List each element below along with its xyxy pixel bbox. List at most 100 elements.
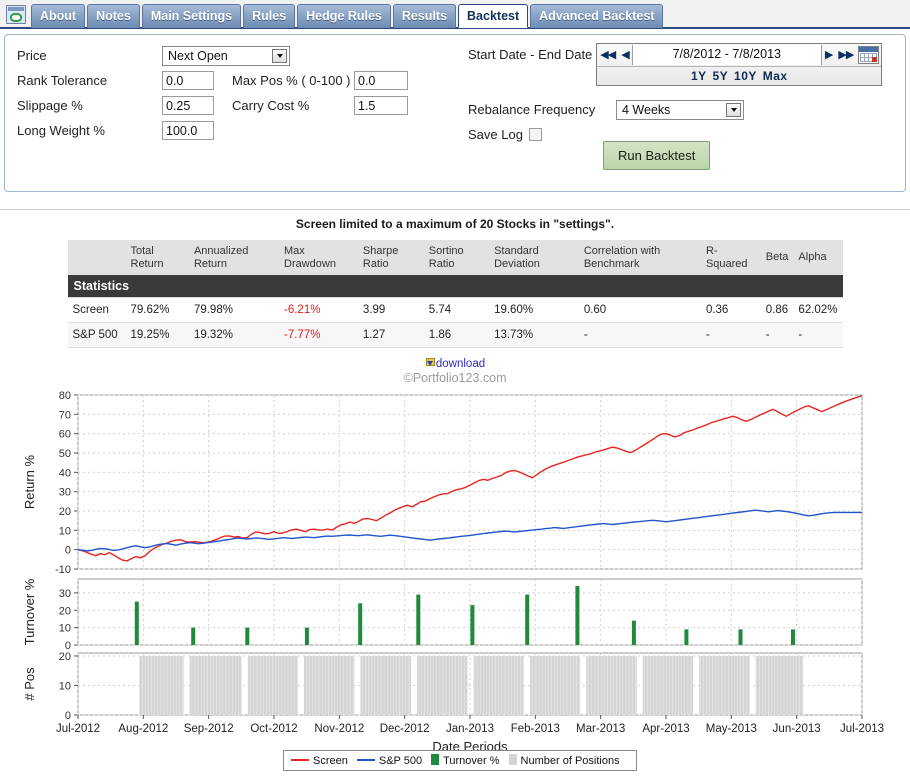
y-axis-title-positions: # Pos: [22, 667, 37, 701]
date-range-control: ◀◀ ◀ 7/8/2012 - 7/8/2013 ▶ ▶▶ 1Y 5Y 10Y …: [596, 43, 883, 86]
statistics-cell: 0.36: [700, 297, 761, 324]
tab-main-settings[interactable]: Main Settings: [141, 4, 242, 28]
rank-tolerance-input[interactable]: [162, 71, 214, 90]
turnover-bar: [791, 629, 795, 646]
app-logo-icon: [6, 5, 26, 24]
turnover-bar: [134, 601, 139, 646]
quick-range-10y[interactable]: 10Y: [733, 69, 758, 83]
legend-swatch: [431, 754, 440, 766]
x-tick-label: Apr-2013: [642, 723, 689, 735]
x-tick-label: Dec-2012: [380, 723, 430, 735]
backtest-settings-panel: Price Next Open Rank Tolerance Max Pos %…: [4, 34, 906, 192]
statistics-column-header: Sharpe Ratio: [357, 240, 424, 276]
tab-advanced-backtest[interactable]: Advanced Backtest: [530, 4, 664, 28]
x-tick-label: Jun-2013: [773, 723, 821, 735]
positions-bar-segment: [755, 656, 804, 716]
save-log-label: Save Log: [468, 127, 523, 142]
quick-range-bar: 1Y 5Y 10Y Max: [597, 66, 882, 85]
run-backtest-button[interactable]: Run Backtest: [603, 141, 711, 170]
statistics-cell: 5.74: [423, 297, 490, 324]
rebalance-select[interactable]: 4 Weeks: [616, 99, 744, 120]
screen-limit-notice: Screen limited to a maximum of 20 Stocks…: [295, 217, 615, 231]
price-select-value: Next Open: [168, 48, 228, 63]
legend-item: S&P 500: [356, 755, 423, 768]
turnover-bar: [358, 603, 363, 646]
turnover-bar: [631, 620, 636, 646]
calendar-icon[interactable]: [858, 46, 880, 64]
price-select[interactable]: Next Open: [162, 45, 290, 66]
positions-bar-segment: [529, 656, 581, 716]
statistics-column-header: Correlation with Benchmark: [578, 240, 701, 276]
chart-svg: -10 0 10 20 30 40 50 60 70 80 Return % 0 10 20 30 Turno…: [0, 387, 910, 777]
quick-range-1y[interactable]: 1Y: [690, 69, 708, 83]
tab-notes[interactable]: Notes: [87, 4, 140, 28]
legend-label: Number of Positions: [520, 755, 620, 768]
x-tick-label: Mar-2013: [576, 723, 625, 735]
date-range-input[interactable]: 7/8/2012 - 7/8/2013: [631, 45, 822, 65]
download-area: download: [0, 356, 910, 370]
positions-bar-segment: [360, 656, 411, 716]
y-tick-label: 20: [59, 651, 71, 663]
statistics-column-header: Beta: [760, 240, 794, 276]
tab-bar: About Notes Main Settings Rules Hedge Rules R…: [0, 0, 910, 29]
turnover-bar: [470, 605, 475, 646]
legend-swatch: [356, 759, 375, 762]
tab-rules[interactable]: Rules: [243, 4, 296, 28]
quick-range-5y[interactable]: 5Y: [712, 69, 730, 83]
date-range-label: Start Date - End Date: [468, 47, 593, 62]
statistics-cell: 1.27: [357, 322, 424, 349]
statistics-row-label: S&P 500: [67, 322, 126, 349]
y-tick-label: 20: [59, 606, 71, 618]
statistics-cell: -6.21%: [279, 297, 358, 324]
statistics-row-label: Screen: [67, 297, 126, 324]
download-label: download: [435, 358, 486, 371]
y-axis-title-turnover: Turnover %: [22, 578, 37, 645]
positions-bar-segment: [699, 656, 750, 716]
chevron-down-icon[interactable]: [272, 48, 287, 63]
legend-label: S&P 500: [378, 755, 423, 768]
statistics-cell: 19.25%: [125, 322, 189, 349]
save-log-checkbox[interactable]: [528, 128, 542, 141]
statistics-cell: -: [760, 322, 794, 349]
price-row: Price Next Open: [17, 43, 460, 68]
statistics-cell: 3.99: [357, 297, 424, 324]
statistics-cell: 1.86: [423, 322, 490, 349]
y-tick-label: -10: [55, 564, 71, 576]
tab-hedge-rules[interactable]: Hedge Rules: [297, 4, 391, 28]
max-pos-input[interactable]: [354, 71, 408, 90]
turnover-bar: [416, 594, 421, 646]
legend-label: Turnover %: [443, 755, 500, 768]
tab-results[interactable]: Results: [392, 4, 457, 28]
statistics-cell: 13.73%: [489, 322, 579, 349]
legend-swatch: [291, 759, 309, 762]
statistics-head: Total Return Annualized Return Max Drawdow…: [67, 240, 843, 276]
statistics-column-header: Standard Deviation: [489, 240, 579, 276]
jump-forward-icon[interactable]: ▶▶: [835, 45, 856, 65]
statistics-column-header: Max Drawdown: [279, 240, 358, 276]
chevron-down-icon[interactable]: [726, 102, 741, 117]
y-tick-label: 50: [59, 448, 71, 460]
carry-cost-input[interactable]: [354, 96, 408, 115]
slippage-row: Slippage % Carry Cost %: [17, 93, 460, 118]
turnover-bar: [684, 629, 689, 646]
y-tick-label: 80: [59, 390, 71, 402]
statistics-cell: -: [578, 322, 701, 349]
backtest-chart: -10 0 10 20 30 40 50 60 70 80 Return % 0 10 20 30 Turno…: [0, 387, 910, 777]
max-pos-label: Max Pos % ( 0-100 ): [232, 73, 351, 88]
tab-about[interactable]: About: [31, 4, 86, 28]
table-row: Screen 79.62% 79.98% -6.21% 3.99 5.74 19.60% 0.…: [67, 297, 843, 324]
step-back-icon[interactable]: ◀: [618, 45, 631, 65]
download-link[interactable]: download: [425, 358, 485, 370]
long-weight-input[interactable]: [162, 121, 214, 140]
statistics-column-header: Alpha: [793, 240, 843, 276]
step-forward-icon[interactable]: ▶: [822, 45, 835, 65]
quick-range-max[interactable]: Max: [762, 69, 789, 83]
turnover-bar: [245, 627, 250, 646]
jump-back-icon[interactable]: ◀◀: [597, 45, 618, 65]
statistics-column-header: Annualized Return: [188, 240, 279, 276]
section-divider: [0, 209, 910, 210]
statistics-column-header: Sortino Ratio: [423, 240, 490, 276]
tab-backtest[interactable]: Backtest: [458, 4, 529, 28]
y-tick-label: 10: [59, 526, 71, 538]
slippage-input[interactable]: [162, 96, 214, 115]
